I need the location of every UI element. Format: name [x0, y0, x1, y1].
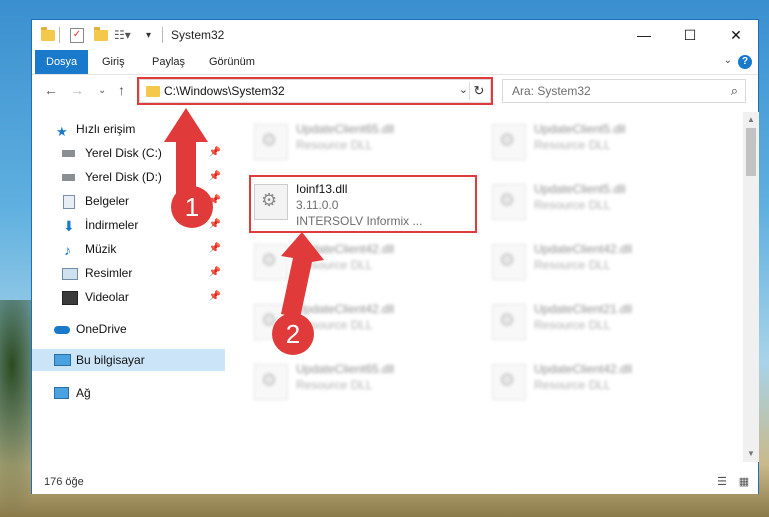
annotation-arrows: [164, 108, 324, 318]
arrow-2: [281, 232, 324, 318]
step-1-badge: 1: [171, 186, 213, 228]
step-2-badge: 2: [272, 313, 314, 355]
